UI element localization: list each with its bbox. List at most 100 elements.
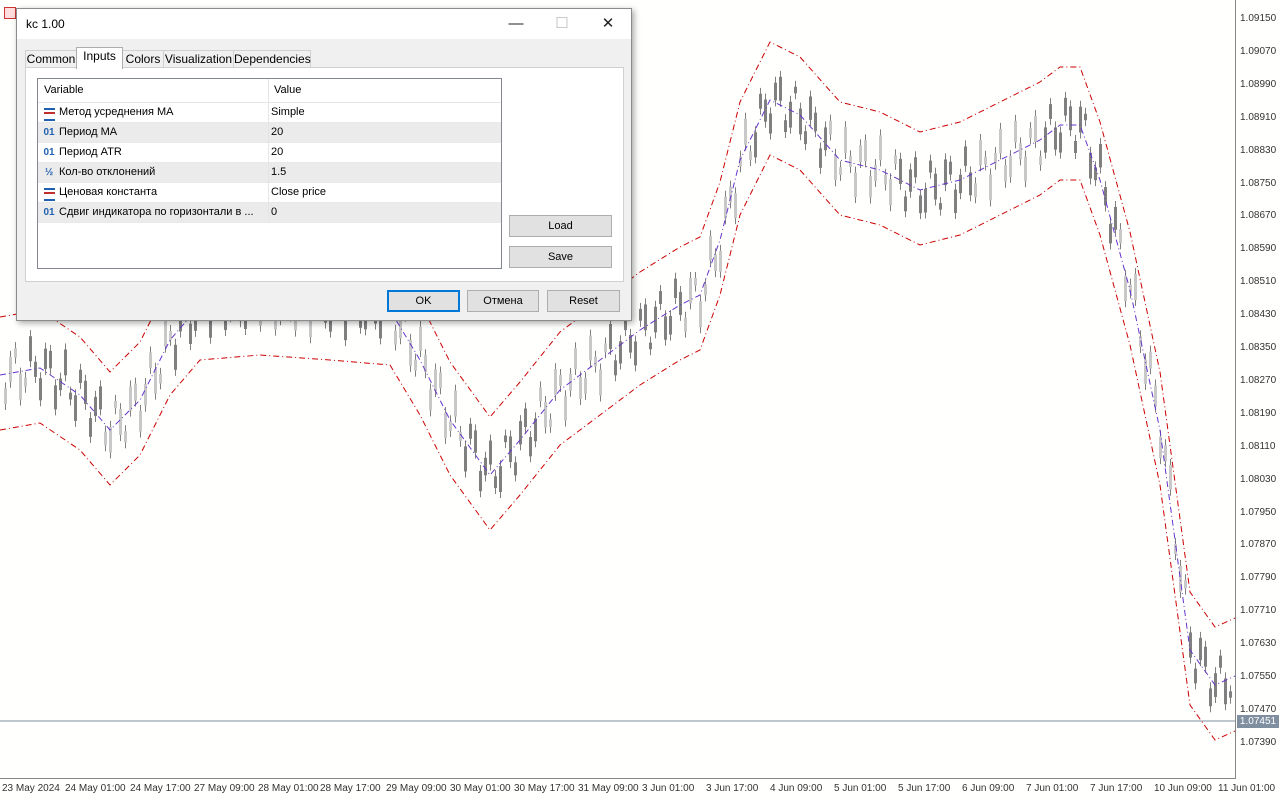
candle-body (914, 157, 917, 178)
candle-body (554, 369, 557, 396)
candle-body (119, 409, 122, 436)
candle-body (1044, 127, 1047, 153)
date-tick-label: 31 May 09:00 (578, 783, 639, 794)
column-header-variable[interactable]: Variable (44, 84, 84, 96)
candle-body (474, 430, 477, 453)
candle-body (964, 146, 967, 166)
candle-body (464, 446, 467, 472)
candle-body (1004, 165, 1007, 182)
candle-body (894, 155, 897, 164)
candle-body (1074, 140, 1077, 153)
candle-body (24, 377, 27, 387)
date-tick-label: 3 Jun 17:00 (706, 783, 759, 794)
candle-body (904, 196, 907, 212)
save-button[interactable]: Save (509, 246, 612, 268)
candle-body (694, 277, 697, 286)
price-tick-label: 1.07550 (1240, 671, 1277, 682)
price-tick-label: 1.08030 (1240, 473, 1277, 485)
candle-body (454, 390, 457, 417)
candle-body (1124, 275, 1127, 302)
candle-body (544, 402, 547, 428)
candle-body (154, 368, 157, 394)
date-tick-label: 4 Jun 09:00 (770, 783, 823, 794)
candle-body (724, 196, 727, 219)
input-value-field[interactable]: 20 (271, 126, 283, 138)
candle-body (809, 96, 812, 120)
input-row[interactable]: 01 Период МА 20 (38, 123, 501, 143)
candle-body (79, 369, 82, 383)
candle-body (954, 189, 957, 214)
input-row[interactable]: Ценовая константа Close price (38, 183, 501, 203)
candle-body (819, 148, 822, 168)
candle-body (34, 361, 37, 377)
candle-body (1229, 691, 1232, 698)
input-value-field[interactable]: 20 (271, 146, 283, 158)
candle-body (854, 172, 857, 198)
chart-menu-icon[interactable] (4, 7, 16, 19)
candle-body (1039, 156, 1042, 165)
candle-body (49, 350, 52, 369)
candle-body (1059, 132, 1062, 153)
candle-body (919, 195, 922, 214)
input-row[interactable]: 01 Сдвиг индикатора по горизонтали в ... 0 (38, 203, 501, 223)
input-value-field[interactable]: 0 (271, 206, 277, 218)
input-row[interactable]: Метод усреднения МА Simple (38, 103, 501, 123)
maximize-button[interactable]: ☐ (539, 9, 585, 39)
price-axis (1235, 0, 1236, 778)
input-value-field[interactable]: 1.5 (271, 166, 286, 178)
candle-body (889, 179, 892, 206)
ok-button[interactable]: OK (387, 290, 460, 312)
input-row[interactable]: 01 Период ATR 20 (38, 143, 501, 163)
candle-body (509, 436, 512, 463)
input-variable-name: Период МА (59, 126, 118, 138)
candle-body (829, 120, 832, 135)
title-bar[interactable]: kc 1.00 — ☐ ✕ (17, 9, 631, 39)
candle-body (359, 321, 362, 328)
candle-body (1149, 351, 1152, 369)
date-tick-label: 5 Jun 01:00 (834, 783, 887, 794)
tab-common[interactable]: Common (25, 50, 77, 68)
candle-body (599, 369, 602, 396)
candle-body (884, 174, 887, 185)
date-tick-label: 30 May 17:00 (514, 783, 575, 794)
date-tick-label: 3 Jun 01:00 (642, 783, 695, 794)
candle-body (44, 348, 47, 369)
candle-body (979, 139, 982, 166)
tab-inputs[interactable]: Inputs (76, 47, 123, 69)
candle-body (799, 108, 802, 135)
column-header-value[interactable]: Value (274, 84, 301, 96)
candle-body (104, 431, 107, 446)
price-tick-label: 1.08110 (1240, 440, 1276, 452)
tab-visualization[interactable]: Visualization (163, 50, 234, 68)
input-variable-name: Метод усреднения МА (59, 106, 174, 118)
candle-body (719, 250, 722, 272)
candle-body (734, 193, 737, 219)
candle-body (1049, 104, 1052, 119)
candle-body (169, 330, 172, 340)
input-value-field[interactable]: Close price (271, 186, 326, 198)
candle-body (1154, 385, 1157, 407)
candle-body (94, 396, 97, 417)
candle-body (419, 326, 422, 351)
input-row[interactable]: ½ Кол-во отклонений 1.5 (38, 163, 501, 183)
cancel-button[interactable]: Отмена (467, 290, 539, 312)
candle-body (1034, 115, 1037, 142)
candle-body (949, 161, 952, 175)
candle-body (549, 419, 552, 427)
candle-body (1204, 646, 1207, 667)
load-button[interactable]: Load (509, 215, 612, 237)
reset-button[interactable]: Reset (547, 290, 620, 312)
close-button[interactable]: ✕ (585, 9, 631, 39)
minimize-button[interactable]: — (493, 9, 539, 39)
candle-body (869, 175, 872, 198)
input-variable-name: Кол-во отклонений (59, 166, 156, 178)
candle-body (489, 440, 492, 465)
tab-dependencies[interactable]: Dependencies (233, 50, 311, 68)
candle-body (64, 349, 67, 376)
candle-body (999, 128, 1002, 154)
column-separator[interactable] (268, 79, 269, 222)
candle-body (499, 466, 502, 492)
candle-body (744, 118, 747, 145)
input-value-field[interactable]: Simple (271, 106, 305, 118)
tab-colors[interactable]: Colors (122, 50, 164, 68)
